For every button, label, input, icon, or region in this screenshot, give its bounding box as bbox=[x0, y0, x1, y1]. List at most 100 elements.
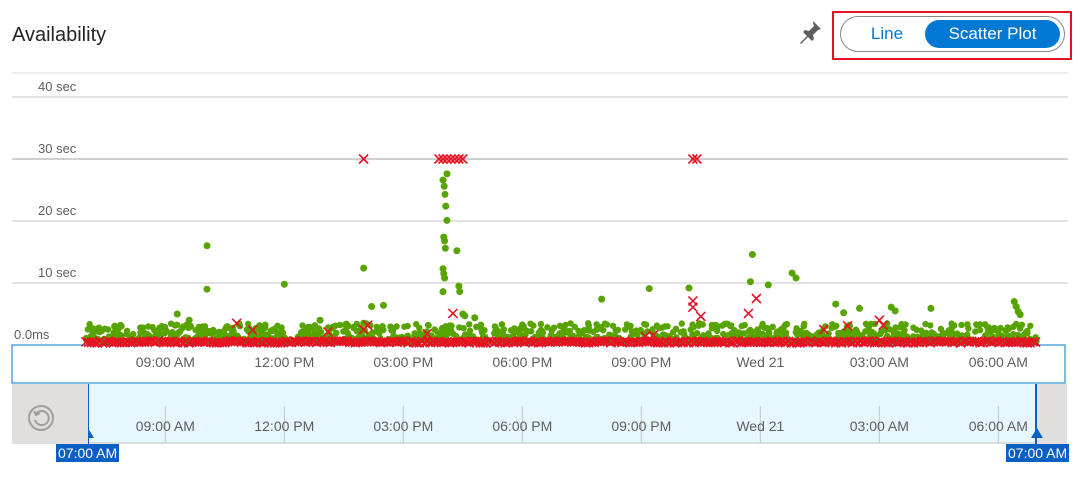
data-point bbox=[169, 329, 176, 336]
data-point bbox=[659, 324, 666, 331]
data-point bbox=[369, 329, 376, 336]
data-point bbox=[442, 202, 450, 210]
x-tick-label: 03:00 PM bbox=[373, 354, 433, 370]
data-point bbox=[641, 320, 648, 328]
data-point bbox=[439, 324, 446, 332]
data-point bbox=[898, 321, 905, 328]
data-point bbox=[598, 295, 606, 303]
data-point bbox=[441, 190, 449, 198]
data-point bbox=[203, 242, 211, 250]
data-point bbox=[678, 320, 685, 327]
data-point bbox=[852, 326, 860, 333]
data-point bbox=[95, 324, 103, 331]
failure-point bbox=[751, 293, 762, 304]
data-point bbox=[315, 325, 323, 332]
data-point bbox=[203, 285, 211, 293]
data-point bbox=[623, 321, 631, 328]
data-point bbox=[1024, 327, 1031, 335]
data-point bbox=[344, 330, 352, 337]
data-point bbox=[603, 321, 611, 328]
data-point bbox=[556, 322, 564, 329]
data-point bbox=[1016, 311, 1024, 319]
data-point bbox=[477, 321, 485, 328]
data-point bbox=[922, 320, 929, 328]
data-point bbox=[748, 250, 756, 258]
x-tick-label: 03:00 AM bbox=[850, 354, 909, 370]
data-point bbox=[764, 281, 772, 289]
data-point bbox=[899, 330, 907, 337]
data-point bbox=[456, 288, 464, 296]
range-end-label[interactable]: 07:00 AM bbox=[1006, 444, 1070, 462]
data-point bbox=[517, 326, 524, 333]
data-point bbox=[360, 264, 368, 272]
data-point bbox=[1018, 321, 1026, 328]
data-point bbox=[216, 330, 223, 337]
data-point bbox=[630, 329, 638, 336]
data-point bbox=[845, 330, 853, 337]
data-point bbox=[613, 327, 620, 334]
slider-right-pad bbox=[1037, 384, 1067, 444]
slider-tick-label: 06:00 AM bbox=[969, 418, 1028, 434]
data-point bbox=[856, 304, 863, 312]
data-point bbox=[724, 320, 731, 327]
range-selection bbox=[88, 384, 1036, 444]
data-point bbox=[759, 322, 766, 329]
data-point bbox=[984, 323, 991, 331]
data-point bbox=[461, 312, 469, 320]
y-tick-label: 0.0ms bbox=[14, 327, 50, 342]
data-point bbox=[832, 300, 840, 308]
data-point bbox=[973, 321, 980, 328]
slider-tick-label: 09:00 AM bbox=[136, 418, 195, 434]
data-point bbox=[173, 310, 181, 318]
data-point bbox=[741, 321, 748, 329]
x-tick-label: 09:00 PM bbox=[611, 354, 671, 370]
data-point bbox=[453, 247, 461, 255]
x-tick-label: 06:00 PM bbox=[492, 354, 552, 370]
data-point bbox=[754, 326, 761, 333]
data-point bbox=[927, 304, 935, 312]
data-point bbox=[865, 323, 872, 330]
data-point bbox=[769, 323, 776, 330]
data-point bbox=[537, 320, 545, 328]
data-point bbox=[425, 322, 432, 329]
data-point bbox=[90, 325, 97, 332]
slider-tick-label: 06:00 PM bbox=[492, 418, 552, 434]
x-tick-label: 09:00 AM bbox=[136, 354, 195, 370]
data-point bbox=[964, 321, 971, 328]
data-point bbox=[443, 170, 451, 178]
data-point bbox=[677, 329, 684, 336]
data-point bbox=[333, 329, 340, 337]
availability-chart[interactable]: 0.0ms 10 sec 20 sec 30 sec 40 sec 09:00 AM 12:… bbox=[0, 0, 1080, 480]
data-point bbox=[708, 321, 716, 329]
y-tick-label: 20 sec bbox=[38, 203, 77, 218]
data-point bbox=[186, 323, 194, 330]
data-point bbox=[471, 314, 479, 322]
data-point bbox=[441, 244, 449, 252]
data-point bbox=[690, 324, 697, 331]
data-point bbox=[948, 320, 955, 327]
data-point bbox=[598, 325, 605, 332]
data-point bbox=[149, 324, 156, 331]
y-tick-label: 40 sec bbox=[38, 79, 77, 94]
data-point bbox=[401, 323, 408, 330]
data-point bbox=[343, 322, 350, 329]
data-point bbox=[118, 323, 125, 330]
data-point bbox=[492, 326, 499, 334]
range-start-label[interactable]: 07:00 AM bbox=[56, 444, 120, 462]
data-point bbox=[304, 324, 311, 331]
data-point bbox=[713, 327, 721, 334]
data-point bbox=[446, 323, 453, 330]
y-tick-label: 10 sec bbox=[38, 265, 77, 280]
data-point bbox=[199, 323, 206, 330]
data-point bbox=[507, 327, 515, 334]
data-point bbox=[439, 288, 447, 296]
data-point bbox=[223, 323, 230, 330]
data-point bbox=[280, 280, 288, 288]
data-point bbox=[891, 307, 899, 315]
data-point bbox=[416, 329, 423, 337]
data-point bbox=[439, 176, 447, 184]
data-point bbox=[645, 285, 653, 293]
failure-point bbox=[687, 302, 698, 313]
data-point bbox=[393, 323, 400, 330]
x-tick-label: Wed 21 bbox=[736, 354, 784, 370]
